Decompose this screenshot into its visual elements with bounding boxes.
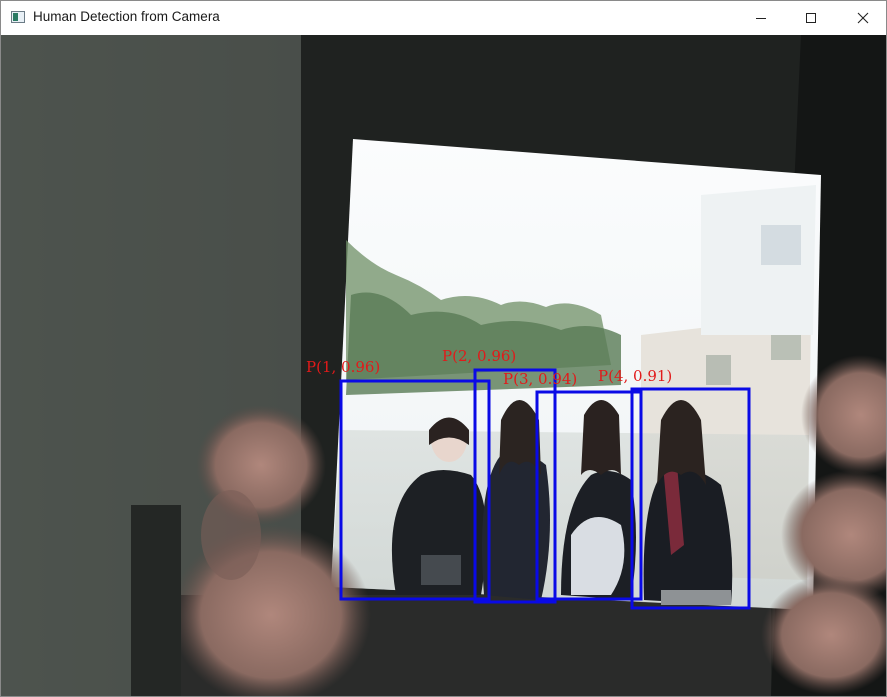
app-icon [11,11,25,23]
title-bar[interactable]: Human Detection from Camera [1,1,886,35]
minimize-button[interactable] [738,1,784,35]
camera-view: P(1, 0.96) P(2, 0.96) P(3, 0.94) P(4, 0.… [1,35,886,696]
detection-label-1: P(1, 0.96) [306,358,380,376]
detection-label-4: P(4, 0.91) [598,367,672,385]
maximize-button[interactable] [788,1,834,35]
app-window: Human Detection from Camera P(1, 0.96) P… [0,0,887,697]
close-icon [857,12,869,24]
camera-frame: P(1, 0.96) P(2, 0.96) P(3, 0.94) P(4, 0.… [1,35,886,696]
maximize-icon [806,13,816,23]
window-title: Human Detection from Camera [33,9,220,24]
detection-label-2: P(2, 0.96) [442,347,516,365]
detection-label-3: P(3, 0.94) [503,370,577,388]
minimize-icon [756,18,766,19]
close-button[interactable] [840,1,886,35]
